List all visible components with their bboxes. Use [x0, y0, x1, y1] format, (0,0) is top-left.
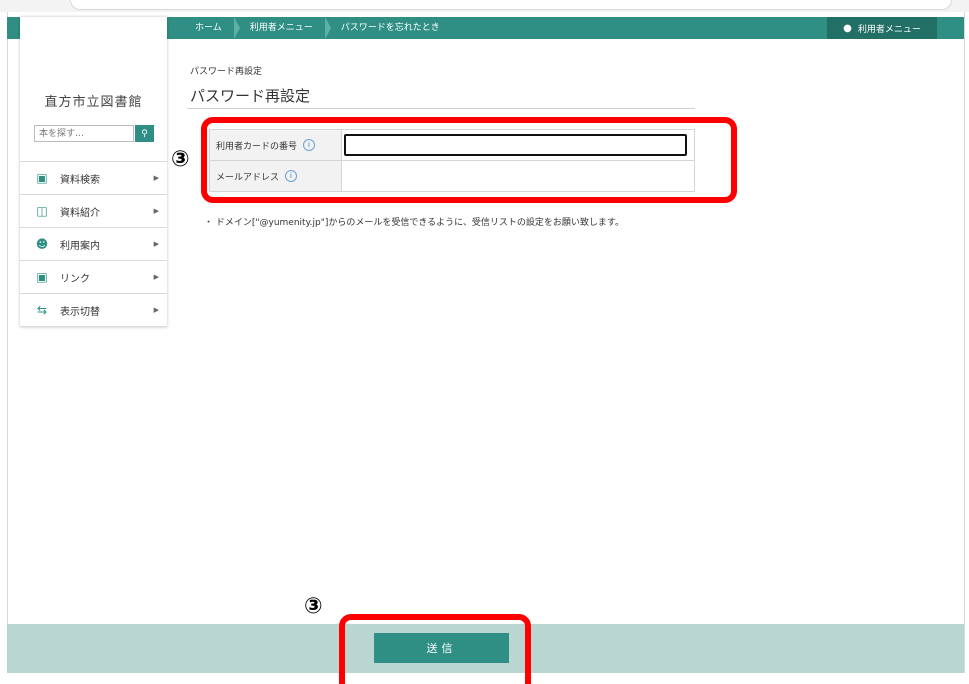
chevron-right-icon: ▶ [153, 207, 159, 215]
sidebar-item-guide[interactable]: ☻ 利用案内 ▶ [20, 227, 167, 260]
breadcrumb-current: パスワードを忘れたとき [340, 23, 440, 33]
title-divider [187, 108, 695, 109]
swap-icon: ⇆ [36, 303, 48, 317]
sidebar-item-label: 資料紹介 [60, 207, 100, 219]
annotation-highlight-form [201, 117, 737, 203]
search-button[interactable]: ⚲ [135, 125, 154, 142]
sidebar-item-label: 資料検索 [60, 174, 100, 186]
chevron-right-icon: ▶ [153, 240, 159, 248]
sidebar-item-introduction[interactable]: ◫ 資料紹介 ▶ [20, 194, 167, 227]
open-book-icon: ◫ [36, 204, 48, 218]
sidebar-item-links[interactable]: ▣ リンク ▶ [20, 260, 167, 293]
user-menu-button[interactable]: ● 利用者メニュー [827, 17, 937, 39]
annotation-highlight-submit [339, 614, 531, 684]
chevron-right-icon: ▶ [153, 174, 159, 182]
frame-left-edge [0, 12, 8, 673]
annotation-marker-submit: ③ [304, 594, 323, 619]
breadcrumb-home[interactable]: ホーム [181, 17, 240, 39]
browser-tab-strip [70, 0, 952, 10]
link-icon: ▣ [36, 270, 48, 284]
sidebar-item-search[interactable]: ▣ 資料検索 ▶ [20, 161, 167, 194]
user-menu-label: 利用者メニュー [857, 24, 921, 35]
breadcrumb: ホーム 利用者メニュー パスワードを忘れたとき [181, 17, 454, 39]
chevron-right-icon: ▶ [153, 273, 159, 281]
page-subtitle: パスワード再設定 [190, 67, 263, 77]
search-icon: ⚲ [141, 128, 148, 139]
browser-frame-top [0, 0, 969, 12]
user-guide-icon: ☻ [35, 237, 49, 251]
sidebar-item-display[interactable]: ⇆ 表示切替 ▶ [20, 293, 167, 327]
sidebar-item-label: 表示切替 [60, 306, 100, 318]
annotation-marker-form: ③ [171, 147, 190, 172]
domain-note: ・ ドメイン["@yumenity.jp"]からのメールを受信できるように、受信… [204, 218, 624, 228]
frame-right-edge [964, 12, 969, 673]
sidebar-search: ⚲ [34, 125, 154, 142]
chevron-right-icon: ▶ [153, 306, 159, 314]
breadcrumb-user-menu[interactable]: 利用者メニュー [236, 17, 331, 39]
sidebar: 直方市立図書館 ⚲ ▣ 資料検索 ▶ ◫ 資料紹介 ▶ ☻ 利用案内 ▶ ▣ リ… [20, 17, 167, 327]
book-search-icon: ▣ [36, 171, 48, 185]
page-title: パスワード再設定 [190, 87, 311, 105]
user-icon: ● [843, 22, 852, 34]
library-name[interactable]: 直方市立図書館 [20, 91, 167, 110]
sidebar-item-label: リンク [60, 273, 90, 285]
sidebar-menu: ▣ 資料検索 ▶ ◫ 資料紹介 ▶ ☻ 利用案内 ▶ ▣ リンク ▶ ⇆ 表示切… [20, 161, 167, 327]
search-input[interactable] [34, 125, 134, 142]
sidebar-item-label: 利用案内 [60, 240, 100, 252]
